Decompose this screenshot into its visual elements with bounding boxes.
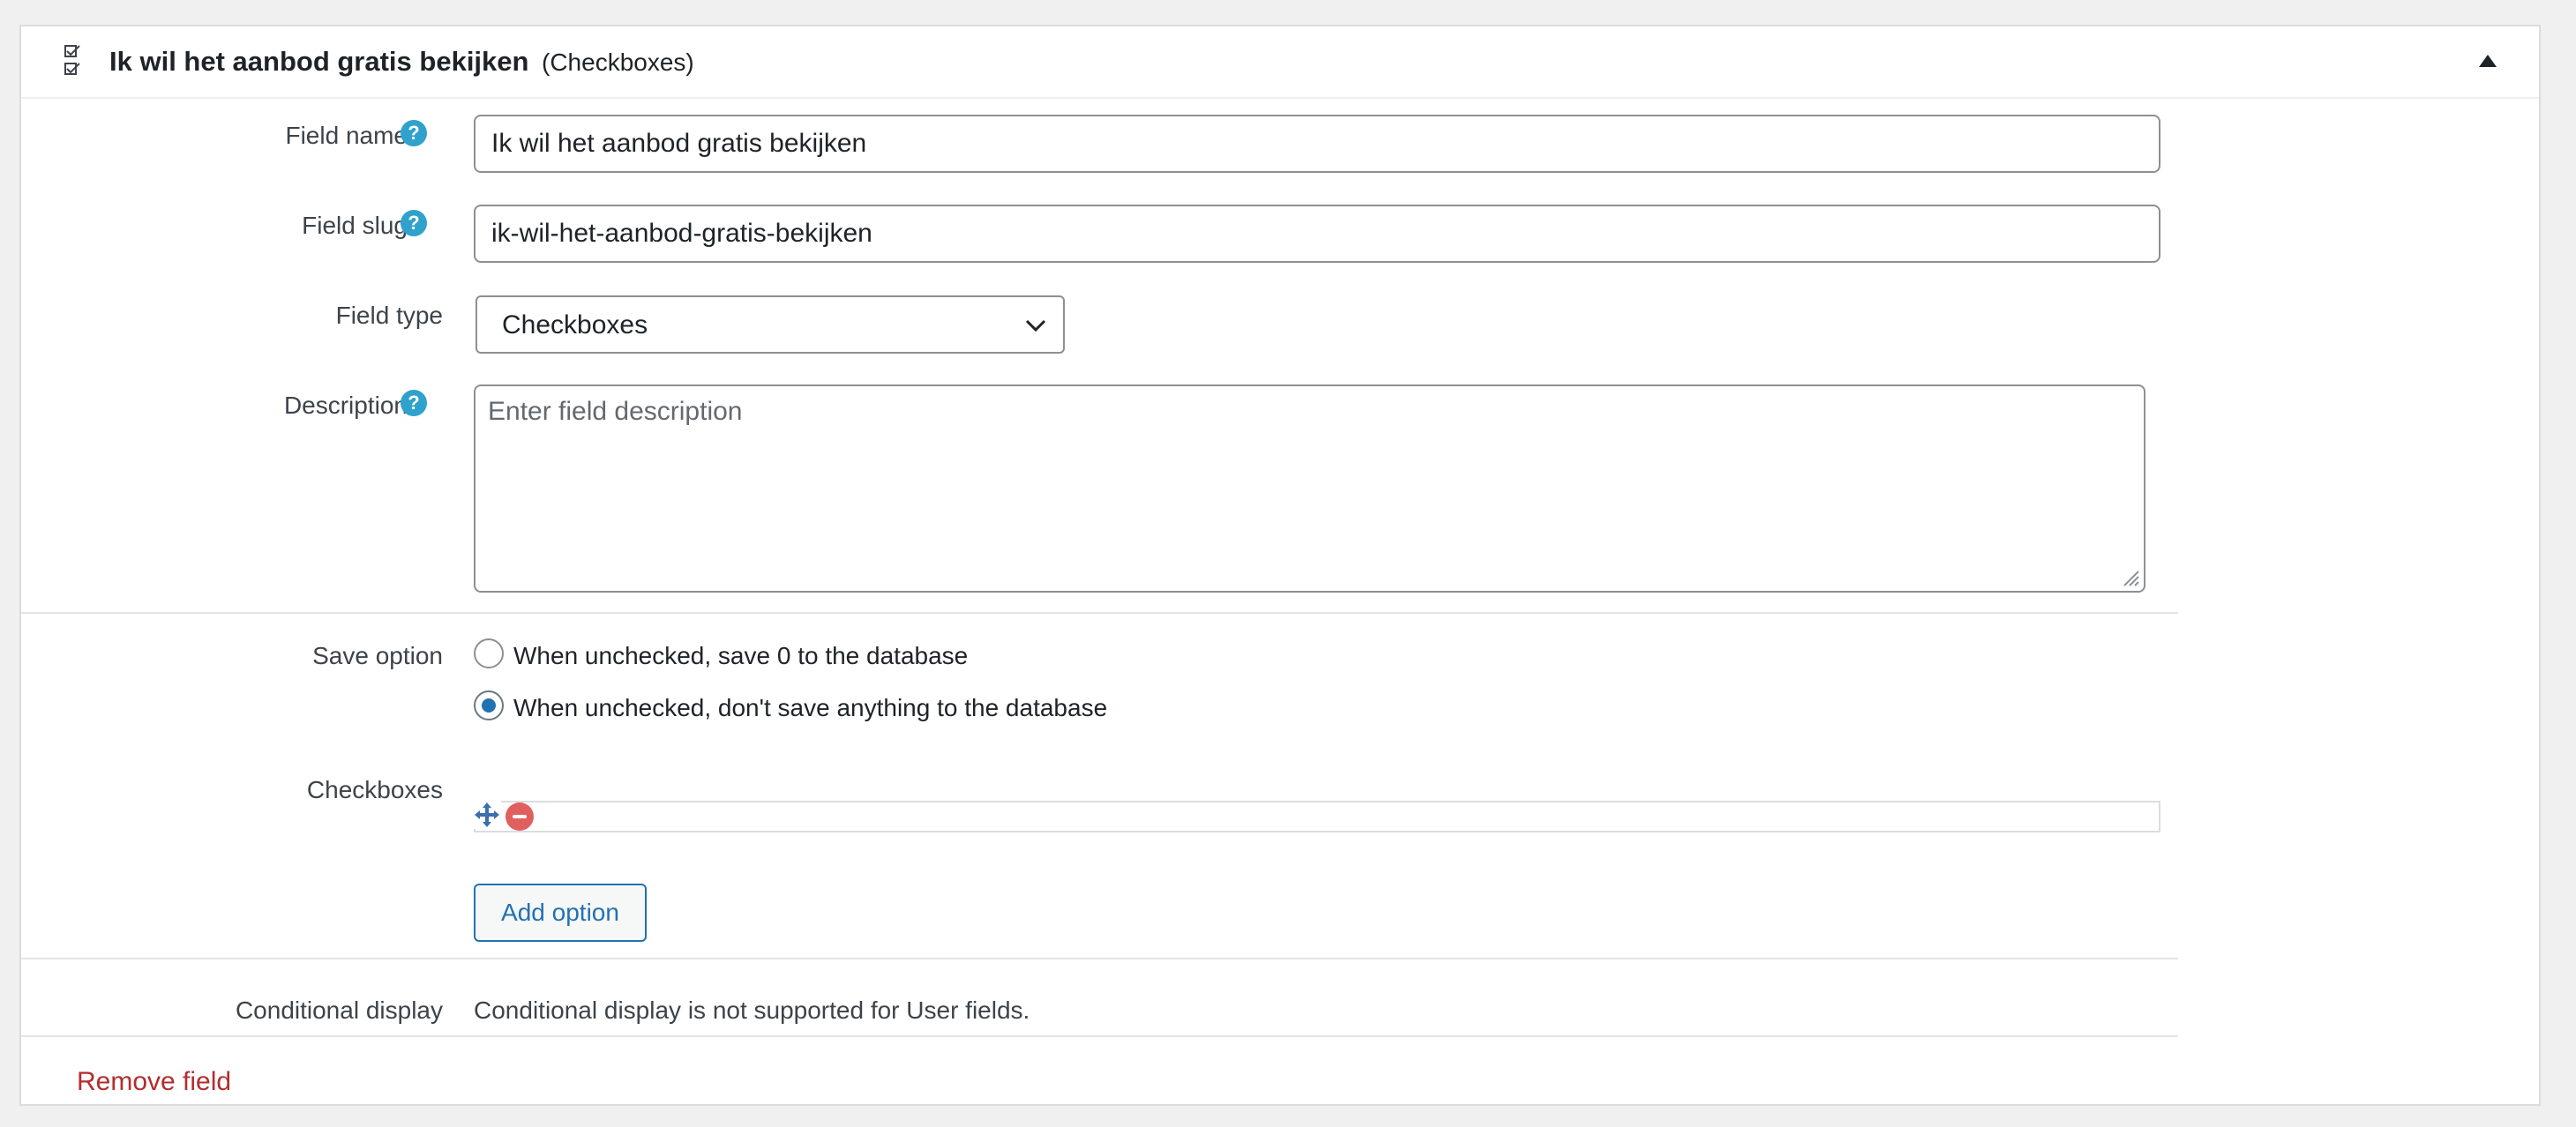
- divider: [21, 958, 2178, 959]
- field-type-select[interactable]: Checkboxes: [476, 295, 1065, 354]
- add-option-button[interactable]: Add option: [474, 884, 647, 942]
- description-placeholder: Enter field description: [488, 397, 743, 426]
- field-type-label-text: Field type: [335, 302, 443, 329]
- field-name-label: Field name: [285, 122, 408, 149]
- resize-handle-icon[interactable]: [2121, 568, 2140, 587]
- radio-save-nothing[interactable]: [474, 690, 504, 720]
- field-type-value: Checkboxes: [502, 310, 648, 340]
- chevron-down-icon: [1025, 319, 1046, 332]
- remove-field-link[interactable]: Remove field: [77, 1067, 231, 1097]
- radio-save-nothing-label[interactable]: When unchecked, don't save anything to t…: [513, 694, 1107, 722]
- radio-save-zero[interactable]: [474, 638, 504, 668]
- help-icon[interactable]: ?: [401, 210, 427, 236]
- save-option-label: Save option: [312, 642, 443, 669]
- triangle-up-icon[interactable]: [2479, 55, 2497, 67]
- divider: [21, 612, 2178, 614]
- field-slug-input[interactable]: ik-wil-het-aanbod-gratis-bekijken: [474, 205, 2160, 263]
- description-textarea[interactable]: Enter field description: [474, 384, 2145, 593]
- remove-option-icon[interactable]: [505, 802, 534, 831]
- help-icon[interactable]: ?: [401, 120, 427, 146]
- option-row: [474, 801, 2160, 832]
- field-slug-label: Field slug: [302, 212, 408, 239]
- conditional-text: Conditional display is not supported for…: [474, 996, 1030, 1024]
- description-label: Description: [283, 392, 408, 419]
- checkboxes-label: Checkboxes: [306, 776, 443, 803]
- divider: [21, 1035, 2178, 1037]
- panel-header[interactable]: Ik wil het aanbod gratis bekijken (Check…: [21, 26, 2539, 99]
- field-name-input[interactable]: Ik wil het aanbod gratis bekijken: [474, 115, 2160, 173]
- radio-save-zero-label[interactable]: When unchecked, save 0 to the database: [513, 642, 968, 670]
- move-icon[interactable]: [473, 801, 501, 829]
- checklist-icon: [64, 45, 80, 75]
- field-panel: Ik wil het aanbod gratis bekijken (Check…: [19, 25, 2541, 1106]
- help-icon[interactable]: ?: [401, 390, 427, 416]
- conditional-label: Conditional display: [235, 996, 443, 1024]
- field-title: Ik wil het aanbod gratis bekijken: [109, 46, 529, 77]
- field-type-label: (Checkboxes): [542, 49, 694, 76]
